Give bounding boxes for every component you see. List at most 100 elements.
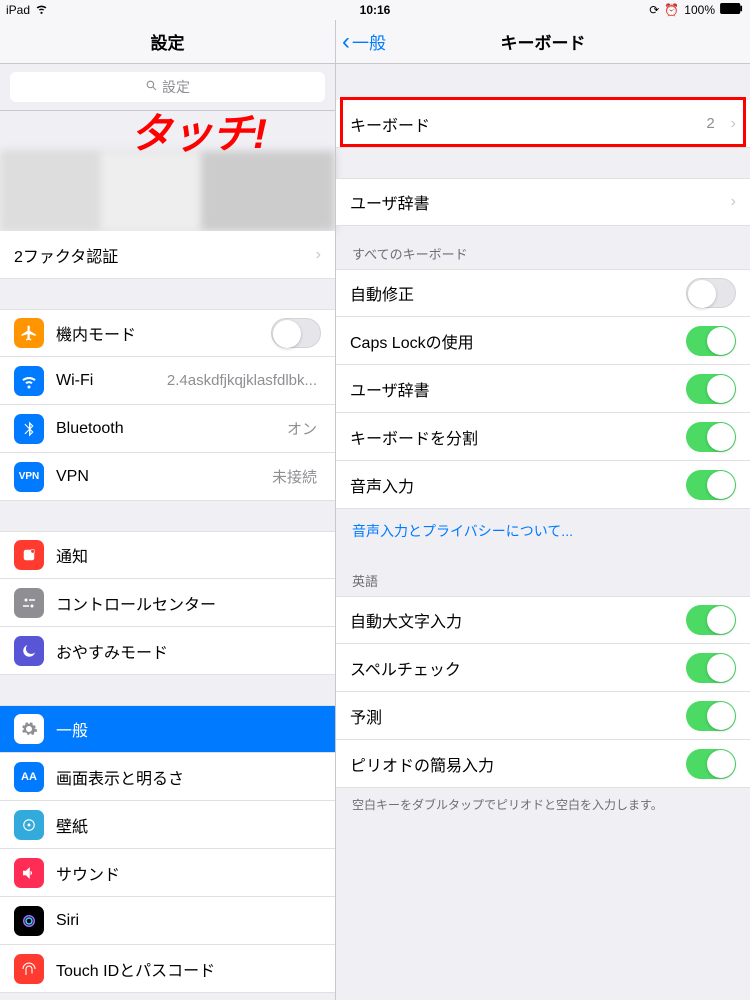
- caps-lock-label: Caps Lockの使用: [350, 329, 674, 353]
- user-dict2-toggle[interactable]: [686, 374, 736, 404]
- back-label: 一般: [352, 29, 386, 54]
- chevron-right-icon: ›: [731, 115, 736, 133]
- keyboards-label: キーボード: [350, 112, 694, 136]
- split-kb-label: キーボードを分割: [350, 425, 674, 449]
- sidebar-title: 設定: [0, 20, 335, 64]
- touch-annotation: タッチ!: [130, 100, 266, 161]
- auto-cap-row[interactable]: 自動大文字入力: [336, 596, 750, 644]
- siri-icon: [14, 906, 44, 936]
- detail-panel: ‹ 一般 キーボード キーボード 2 › ユーザ辞書 › すべてのキーボー: [336, 20, 750, 1000]
- detail-header: ‹ 一般 キーボード: [336, 20, 750, 64]
- wifi-icon: [35, 2, 48, 18]
- settings-sidebar: 設定 設定 タッチ! 2ファクタ認証 › 機内モード Wi-: [0, 20, 336, 1000]
- orientation-lock-icon: ⟳: [649, 3, 659, 17]
- alarm-icon: ⏰: [664, 3, 679, 17]
- display-row[interactable]: AA 画面表示と明るさ: [0, 753, 335, 801]
- touchid-label: Touch IDとパスコード: [56, 957, 321, 981]
- apple-id-profile[interactable]: [0, 151, 335, 231]
- general-row[interactable]: 一般: [0, 705, 335, 753]
- search-icon: [145, 79, 158, 95]
- dictation-privacy-link[interactable]: 音声入力とプライバシーについて...: [336, 509, 750, 553]
- notifications-icon: [14, 540, 44, 570]
- chevron-right-icon: ›: [316, 246, 321, 264]
- auto-cap-label: 自動大文字入力: [350, 608, 674, 632]
- caps-lock-row[interactable]: Caps Lockの使用: [336, 317, 750, 365]
- bluetooth-row[interactable]: Bluetooth オン: [0, 405, 335, 453]
- airplane-toggle[interactable]: [271, 318, 321, 348]
- auto-correct-row[interactable]: 自動修正: [336, 269, 750, 317]
- airplane-mode-row[interactable]: 機内モード: [0, 309, 335, 357]
- bluetooth-value: オン: [287, 418, 317, 439]
- sound-label: サウンド: [56, 861, 321, 885]
- bluetooth-label: Bluetooth: [56, 420, 275, 438]
- user-dict2-label: ユーザ辞書: [350, 377, 674, 401]
- dictation-row[interactable]: 音声入力: [336, 461, 750, 509]
- search-input[interactable]: 設定: [10, 72, 325, 102]
- caps-lock-toggle[interactable]: [686, 326, 736, 356]
- two-factor-label: 2ファクタ認証: [14, 243, 304, 267]
- battery-pct: 100%: [684, 3, 715, 17]
- split-kb-toggle[interactable]: [686, 422, 736, 452]
- auto-cap-toggle[interactable]: [686, 605, 736, 635]
- prediction-toggle[interactable]: [686, 701, 736, 731]
- wifi-label: Wi-Fi: [56, 372, 155, 390]
- prediction-row[interactable]: 予測: [336, 692, 750, 740]
- clock: 10:16: [360, 3, 391, 17]
- user-dict-label: ユーザ辞書: [350, 190, 719, 214]
- keyboards-row[interactable]: キーボード 2 ›: [336, 100, 750, 148]
- control-center-icon: [14, 588, 44, 618]
- sound-row[interactable]: サウンド: [0, 849, 335, 897]
- notifications-row[interactable]: 通知: [0, 531, 335, 579]
- auto-correct-toggle[interactable]: [686, 278, 736, 308]
- wifi-value: 2.4askdfjkqjklasfdlbk...: [167, 372, 317, 389]
- user-dict2-row[interactable]: ユーザ辞書: [336, 365, 750, 413]
- control-center-row[interactable]: コントロールセンター: [0, 579, 335, 627]
- notifications-label: 通知: [56, 543, 321, 567]
- general-label: 一般: [56, 717, 321, 741]
- wallpaper-icon: [14, 810, 44, 840]
- touchid-row[interactable]: Touch IDとパスコード: [0, 945, 335, 993]
- detail-title: キーボード: [501, 29, 586, 54]
- vpn-row[interactable]: VPN VPN 未接続: [0, 453, 335, 501]
- wallpaper-label: 壁紙: [56, 813, 321, 837]
- keyboards-count: 2: [706, 115, 714, 132]
- status-bar: iPad 10:16 ⟳ ⏰ 100%: [0, 0, 750, 20]
- display-label: 画面表示と明るさ: [56, 765, 321, 789]
- siri-label: Siri: [56, 912, 321, 930]
- back-button[interactable]: ‹ 一般: [342, 28, 386, 56]
- all-keyboards-header: すべてのキーボード: [336, 226, 750, 269]
- split-kb-row[interactable]: キーボードを分割: [336, 413, 750, 461]
- english-header: 英語: [336, 553, 750, 596]
- dictation-toggle[interactable]: [686, 470, 736, 500]
- chevron-left-icon: ‹: [342, 28, 350, 56]
- fingerprint-icon: [14, 954, 44, 984]
- prediction-label: 予測: [350, 704, 674, 728]
- vpn-label: VPN: [56, 468, 260, 486]
- gear-icon: [14, 714, 44, 744]
- control-center-label: コントロールセンター: [56, 591, 321, 615]
- vpn-value: 未接続: [272, 466, 317, 487]
- device-label: iPad: [6, 3, 30, 17]
- vpn-icon: VPN: [14, 462, 44, 492]
- two-factor-row[interactable]: 2ファクタ認証 ›: [0, 231, 335, 279]
- period-shortcut-toggle[interactable]: [686, 749, 736, 779]
- period-footer: 空白キーをダブルタップでピリオドと空白を入力します。: [336, 788, 750, 823]
- wallpaper-row[interactable]: 壁紙: [0, 801, 335, 849]
- wifi-row[interactable]: Wi-Fi 2.4askdfjkqjklasfdlbk...: [0, 357, 335, 405]
- moon-icon: [14, 636, 44, 666]
- dictation-label: 音声入力: [350, 473, 674, 497]
- spell-check-toggle[interactable]: [686, 653, 736, 683]
- siri-row[interactable]: Siri: [0, 897, 335, 945]
- period-shortcut-row[interactable]: ピリオドの簡易入力: [336, 740, 750, 788]
- dnd-row[interactable]: おやすみモード: [0, 627, 335, 675]
- chevron-right-icon: ›: [731, 193, 736, 211]
- display-icon: AA: [14, 762, 44, 792]
- airplane-icon: [14, 318, 44, 348]
- period-shortcut-label: ピリオドの簡易入力: [350, 752, 674, 776]
- dnd-label: おやすみモード: [56, 639, 321, 663]
- sound-icon: [14, 858, 44, 888]
- spell-check-row[interactable]: スペルチェック: [336, 644, 750, 692]
- search-placeholder: 設定: [162, 77, 190, 97]
- user-dict-row[interactable]: ユーザ辞書 ›: [336, 178, 750, 226]
- auto-correct-label: 自動修正: [350, 281, 674, 305]
